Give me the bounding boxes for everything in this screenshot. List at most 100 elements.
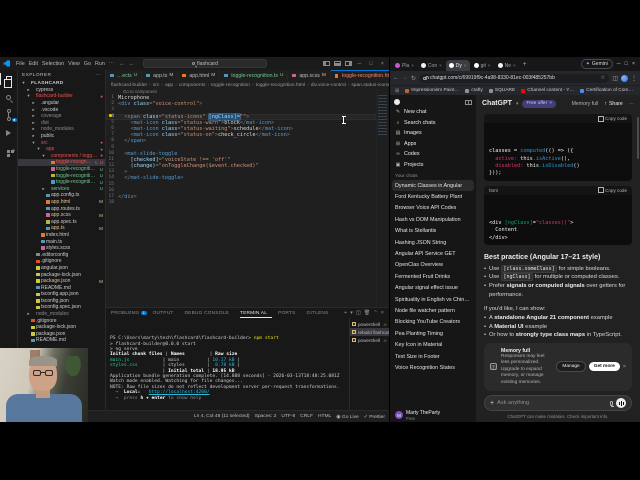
tree-item[interactable]: ▾ flashcard-builder ●: [18, 93, 105, 100]
tab-close-icon[interactable]: ×: [411, 63, 414, 68]
chrome-menu-icon[interactable]: ⋮: [631, 75, 637, 82]
maximize-panel-icon[interactable]: ⌃: [373, 310, 377, 316]
menu-item[interactable]: File: [14, 61, 27, 67]
back-icon[interactable]: ←: [393, 75, 399, 81]
terminal-list-item[interactable]: > rebuild flashcar… ⚠: [350, 328, 389, 336]
chat-history-item[interactable]: Ford Kentucky Battery Plant: [392, 191, 474, 202]
browser-tab[interactable]: Pla ×: [392, 60, 417, 71]
tree-item[interactable]: ▾ app ●: [18, 146, 105, 153]
tree-item[interactable]: ▸ coverage: [18, 113, 105, 120]
chat-history-item[interactable]: Pea Planting Timing: [392, 328, 474, 339]
tab-close-icon[interactable]: ×: [464, 63, 467, 68]
sidebar-nav-item[interactable]: ✎ New chat: [392, 107, 474, 118]
tree-item[interactable]: app.spec.ts: [18, 218, 105, 225]
chatgpt-logo-icon[interactable]: [394, 99, 400, 105]
bookmark-item[interactable]: Channel content - Y…: [521, 88, 574, 93]
free-offer-pill[interactable]: Free offer ×: [522, 99, 556, 108]
chat-history-item[interactable]: Angular API Service GET: [392, 248, 474, 259]
chat-history-item[interactable]: Fermented Fruit Drinks: [392, 271, 474, 282]
chat-history-item[interactable]: Hash vs DOM Manipulation: [392, 214, 474, 225]
panel-tab[interactable]: DEBUG CONSOLE: [185, 308, 234, 318]
tree-item[interactable]: app.routes.ts: [18, 205, 105, 212]
status-item[interactable]: Ln 4, Col 48 (11 selected): [194, 414, 250, 419]
chat-history-item[interactable]: Node file watcher pattern: [392, 305, 474, 316]
tree-item[interactable]: package.json M: [18, 278, 105, 285]
tree-item[interactable]: main.ts: [18, 238, 105, 245]
status-item[interactable]: UTF-8: [281, 414, 295, 419]
kill-terminal-icon[interactable]: 🗑: [364, 310, 371, 316]
tab-close-icon[interactable]: ×: [513, 63, 516, 68]
chat-history-item[interactable]: Key Icon in Material: [392, 339, 474, 350]
terminal-dropdown-icon[interactable]: ▾: [350, 310, 353, 316]
chat-history-item[interactable]: What is Stellantis: [392, 226, 474, 237]
toggle-secondary-sidebar-icon[interactable]: [344, 61, 352, 66]
bookmark-item[interactable]: SQUARE: [488, 88, 515, 93]
chat-history-item[interactable]: Hashing JSON String: [392, 237, 474, 248]
search-view-icon[interactable]: [0, 92, 18, 102]
close-button[interactable]: ×: [379, 61, 386, 67]
breadcrumb-item[interactable]: components: [179, 83, 206, 88]
split-terminal-icon[interactable]: ◫: [356, 310, 361, 316]
editor-tab[interactable]: app.html M: [178, 70, 221, 81]
tree-item[interactable]: toggle-recognition.spec.ts U: [18, 172, 105, 179]
tree-item[interactable]: README.md: [18, 284, 105, 291]
sidebar-nav-item[interactable]: ⌕ Search chats: [392, 118, 474, 129]
reload-icon[interactable]: ↻: [411, 75, 416, 82]
run-debug-view-icon[interactable]: [0, 128, 18, 138]
extensions-view-icon[interactable]: [0, 146, 18, 156]
breadcrumb-item[interactable]: src: [153, 83, 160, 88]
breadcrumb-item[interactable]: div.voice-control: [311, 83, 346, 88]
tree-item[interactable]: toggle-recognition.ts U: [18, 179, 105, 186]
breadcrumb-item[interactable]: span.status-icons: [351, 83, 389, 88]
panel-tab[interactable]: PORTS: [278, 308, 300, 318]
editor-tab[interactable]: app.ts M: [142, 70, 179, 81]
model-selector[interactable]: ChatGPT: [482, 100, 512, 107]
menu-item[interactable]: Go: [82, 61, 93, 67]
lightbulb-icon[interactable]: [109, 114, 112, 117]
panel-tab[interactable]: TERMIN AL: [240, 308, 272, 318]
tree-item[interactable]: tsconfig.json: [18, 298, 105, 305]
tree-item[interactable]: package.json: [18, 331, 105, 338]
explorer-more-icon[interactable]: ⋯: [96, 73, 101, 78]
message-input[interactable]: [497, 400, 607, 406]
address-bar[interactable]: chatgpt.com/c/69919f9c-4a98-8330-81ec-00…: [419, 73, 610, 83]
code-editor[interactable]: Go to component 1 Microphone 2 <div clas…: [106, 89, 389, 307]
status-item[interactable]: ✓ Prettier: [364, 414, 385, 420]
maximize-button[interactable]: □: [367, 61, 374, 67]
panel-tab[interactable]: PROBLEMS 1: [111, 308, 147, 318]
editor-tab[interactable]: toggle-recognition.ts U: [220, 70, 289, 81]
manage-button[interactable]: Manage: [556, 361, 586, 373]
tree-item[interactable]: ▾ FLASHCARD: [18, 80, 105, 87]
forward-icon[interactable]: →: [402, 75, 408, 81]
command-search-box[interactable]: flashcard: [143, 59, 268, 68]
tree-item[interactable]: toggle-recognition.scss U: [18, 166, 105, 173]
tree-item[interactable]: ▸ public: [18, 133, 105, 140]
chat-history-item[interactable]: Blocking YouTube Creators: [392, 317, 474, 328]
tree-item[interactable]: .gitignore: [18, 317, 105, 324]
terminal-list-item[interactable]: > powershell ⚠: [350, 336, 389, 344]
chat-history-item[interactable]: Spirituality in English vs Chin…: [392, 294, 474, 305]
tree-item[interactable]: ▸ cypress: [18, 87, 105, 94]
offer-close-icon[interactable]: ×: [549, 101, 552, 106]
sidebar-nav-item[interactable]: ▤ Images: [392, 128, 474, 139]
tree-item[interactable]: package-lock.json: [18, 271, 105, 278]
attach-plus-icon[interactable]: +: [490, 400, 494, 407]
profile-avatar[interactable]: [621, 74, 628, 82]
minimize-button[interactable]: ─: [617, 61, 621, 67]
tree-item[interactable]: package-lock.json: [18, 324, 105, 331]
microphone-icon[interactable]: [610, 400, 614, 407]
minimap[interactable]: [376, 89, 389, 307]
tree-item[interactable]: styles.scss: [18, 245, 105, 252]
tree-item[interactable]: ▾ src ●: [18, 139, 105, 146]
tree-item[interactable]: app.config.ts: [18, 192, 105, 199]
close-button[interactable]: ×: [632, 61, 635, 67]
bookmark-item[interactable]: Impressionism Paint…: [405, 88, 459, 93]
site-info-icon[interactable]: [423, 76, 429, 80]
sidebar-nav-item[interactable]: ⊞ Apps: [392, 139, 474, 150]
browser-tab[interactable]: Con ×: [418, 60, 445, 71]
gemini-button[interactable]: ✦ Gemini: [580, 59, 613, 69]
copy-code-button[interactable]: Copy code: [598, 187, 627, 194]
scrollbar[interactable]: [637, 117, 639, 159]
chat-history-item[interactable]: Text Size in Footer: [392, 351, 474, 362]
menu-item[interactable]: Run: [93, 61, 107, 67]
